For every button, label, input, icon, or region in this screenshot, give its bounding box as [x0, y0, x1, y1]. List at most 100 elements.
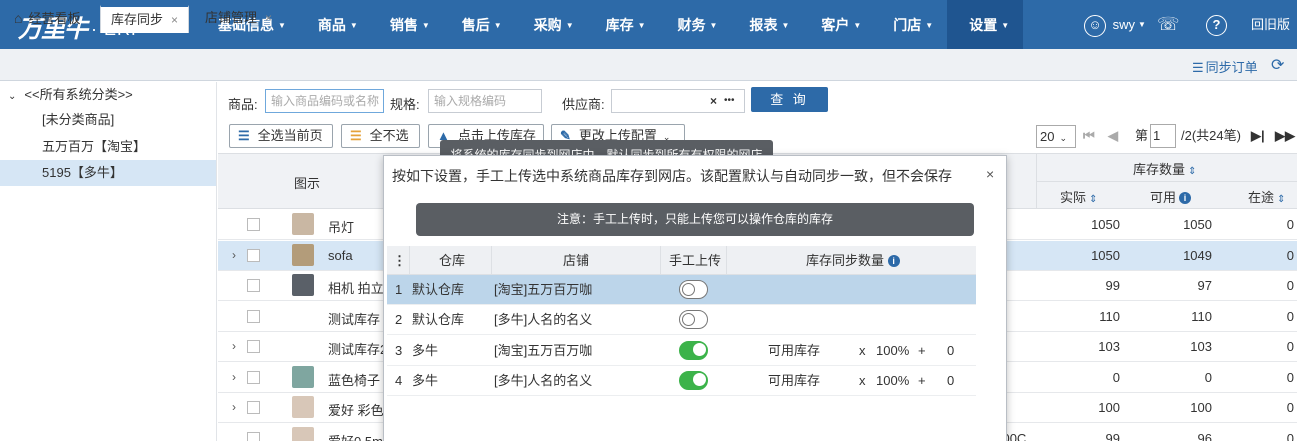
chevron-down-icon: ▼	[421, 21, 430, 30]
menu-item-6[interactable]: 财务 ▼	[660, 0, 732, 49]
shop-cell: [多牛]人名的名义	[494, 312, 593, 328]
first-page-icon[interactable]: ⏮	[1083, 124, 1095, 148]
close-icon[interactable]: ×	[265, 11, 272, 25]
row-checkbox[interactable]	[247, 431, 260, 441]
percent-cell[interactable]: 100%	[876, 366, 909, 395]
back-old-version-link[interactable]: 回旧版	[1251, 0, 1290, 49]
tree-item-duoniu[interactable]: 5195【多牛】	[0, 160, 216, 186]
warehouse-cell: 默认仓库	[412, 312, 465, 328]
row-checkbox[interactable]	[247, 370, 260, 384]
column-menu-icon[interactable]: ⋮	[393, 246, 406, 275]
multiply-sign: x	[859, 372, 866, 388]
refresh-icon[interactable]: ⟳	[1271, 55, 1284, 75]
multiply-sign: x	[859, 342, 866, 358]
product-thumbnail	[292, 365, 314, 388]
user-menu[interactable]: ☺ swy ▼	[1084, 0, 1146, 49]
actual-qty: 0	[1112, 369, 1120, 385]
row-checkbox[interactable]	[247, 340, 260, 353]
button-label: 全选当前页	[257, 128, 323, 143]
row-checkbox[interactable]	[247, 218, 260, 231]
spec-search-input[interactable]: 输入规格编码	[428, 89, 542, 113]
menu-item-7[interactable]: 报表 ▼	[731, 0, 803, 49]
actual-qty: 103	[1098, 339, 1120, 354]
page-number-input[interactable]: 1	[1150, 124, 1176, 148]
info-icon[interactable]: i	[887, 255, 900, 267]
manual-upload-toggle[interactable]	[679, 310, 708, 330]
app-root: 万里牛· ERP 基础信息▼商品▼销售▼售后▼采购▼库存▼财务▼报表▼客户▼门店…	[0, 0, 1297, 441]
row-index: 2	[395, 312, 403, 328]
row-checkbox[interactable]	[247, 401, 260, 414]
percent-cell[interactable]: 100%	[876, 336, 909, 365]
product-name: 蓝色椅子	[328, 372, 381, 388]
manual-upload-toggle[interactable]	[679, 280, 708, 299]
expand-icon[interactable]: ›	[232, 248, 236, 262]
expand-icon[interactable]: ›	[232, 400, 236, 414]
supplier-select[interactable]: × •••	[611, 89, 745, 113]
tree-item-all[interactable]: ⌄ <<所有系统分类>>	[8, 82, 208, 108]
sort-icon[interactable]: ⇕	[1277, 194, 1285, 205]
product-search-input[interactable]: 输入商品编码或名称	[265, 89, 384, 113]
menu-item-1[interactable]: 商品 ▼	[300, 0, 372, 49]
col-actual[interactable]: 实际 ⇕	[1060, 187, 1097, 206]
stock-type-cell[interactable]: 可用库存	[768, 336, 820, 365]
last-page-icon[interactable]: ▶▶	[1275, 124, 1295, 148]
dialog-row[interactable]: 2 默认仓库 [多牛]人名的名义	[387, 305, 976, 336]
stock-type-cell[interactable]: 可用库存	[768, 366, 820, 395]
transit-qty: 0	[1286, 369, 1294, 385]
col-available[interactable]: 可用 i	[1150, 187, 1192, 206]
prev-page-icon[interactable]: ◀	[1108, 124, 1118, 148]
more-icon[interactable]: •••	[724, 90, 735, 112]
next-page-icon[interactable]: ▶|	[1251, 124, 1265, 148]
add-value-cell[interactable]: 0	[947, 366, 954, 395]
tab-dashboard[interactable]: ⌂ 经营看板	[14, 5, 80, 32]
help-icon[interactable]: ?	[1206, 0, 1227, 49]
page-size-select[interactable]: 20 ⌄	[1036, 125, 1076, 148]
col-transit[interactable]: 在途 ⇕	[1248, 187, 1285, 206]
add-value-cell[interactable]: 0	[947, 336, 954, 365]
clear-icon[interactable]: ×	[710, 90, 717, 112]
chevron-down-icon: ▼	[278, 21, 286, 30]
menu-label: 库存	[605, 17, 634, 33]
sort-icon[interactable]: ⇕	[1188, 166, 1196, 177]
list-uncheck-icon: ☰	[350, 128, 362, 143]
available-qty: 110	[1191, 308, 1212, 324]
tree-label: 5195【多牛】	[42, 165, 123, 180]
info-icon[interactable]: i	[1179, 192, 1192, 204]
headset-icon[interactable]: ☏	[1157, 0, 1180, 49]
tab-shop-management[interactable]: 店铺管理 ×	[205, 5, 272, 32]
query-button[interactable]: 查 询	[751, 87, 828, 112]
menu-item-2[interactable]: 销售 ▼	[372, 0, 444, 49]
tree-item-uncategorized[interactable]: [未分类商品]	[42, 107, 114, 133]
chevron-down-icon[interactable]: ⌄	[8, 91, 16, 102]
sync-orders-link[interactable]: ☰ 同步订单	[1192, 57, 1258, 76]
select-none-button[interactable]: ☰ 全不选	[341, 124, 420, 148]
product-name: 吊灯	[328, 220, 355, 235]
tab-inventory-sync[interactable]: 库存同步 ×	[100, 5, 189, 33]
dialog-row[interactable]: 4 多牛 [多牛]人名的名义 可用库存 x 100% +0	[387, 365, 976, 396]
col-stock-group[interactable]: 库存数量 ⇕	[1133, 159, 1196, 178]
close-icon[interactable]: ×	[986, 166, 994, 182]
menu-item-10[interactable]: 设置 ▼	[947, 0, 1024, 49]
page-size-value: 20	[1040, 129, 1055, 144]
dialog-row[interactable]: 1 默认仓库 [淘宝]五万百万咖	[387, 275, 976, 305]
menu-item-4[interactable]: 采购 ▼	[516, 0, 588, 49]
expand-icon[interactable]: ›	[232, 370, 236, 384]
row-checkbox[interactable]	[247, 279, 260, 292]
menu-label: 门店	[893, 17, 922, 33]
actual-qty: 1050	[1091, 247, 1120, 263]
close-icon[interactable]: ×	[171, 13, 178, 27]
menu-item-5[interactable]: 库存 ▼	[588, 0, 660, 49]
menu-item-9[interactable]: 门店 ▼	[875, 0, 947, 49]
dialog-row[interactable]: 3 多牛 [淘宝]五万百万咖 可用库存 x 100% +0	[387, 335, 976, 366]
select-page-button[interactable]: ☰ 全选当前页	[229, 124, 333, 148]
sort-icon[interactable]: ⇕	[1089, 194, 1097, 205]
row-checkbox[interactable]	[247, 309, 260, 323]
tree-item-taobao[interactable]: 五万百万【淘宝】	[42, 134, 146, 160]
menu-item-8[interactable]: 客户 ▼	[803, 0, 875, 49]
actual-qty: 99	[1105, 430, 1120, 441]
manual-upload-toggle[interactable]	[679, 340, 708, 360]
expand-icon[interactable]: ›	[232, 339, 236, 353]
menu-item-3[interactable]: 售后 ▼	[444, 0, 516, 49]
row-checkbox[interactable]	[247, 248, 260, 262]
manual-upload-toggle[interactable]	[679, 370, 708, 390]
